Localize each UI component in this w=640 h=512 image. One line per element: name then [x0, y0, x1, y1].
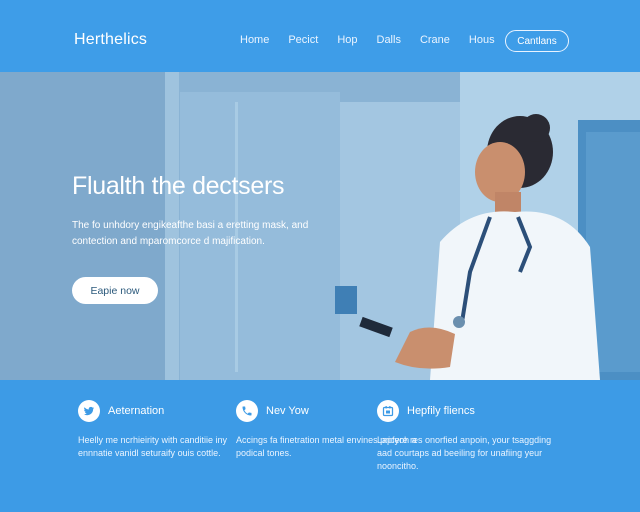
hero-section: Flualth the dectsers The fo unhdory engi… — [0, 72, 640, 380]
calendar-icon — [377, 400, 399, 422]
feature-title: Hepfily fliencs — [407, 405, 475, 417]
feature-title: Nev Yow — [266, 405, 309, 417]
phone-icon — [236, 400, 258, 422]
nav-item-dalls[interactable]: Dalls — [377, 34, 401, 46]
nav-item-home[interactable]: Home — [240, 34, 269, 46]
nav-item-hop[interactable]: Hop — [337, 34, 357, 46]
nav-item-crane[interactable]: Crane — [420, 34, 450, 46]
header: Herthelics Home Pecict Hop Dalls Crane H… — [0, 0, 640, 72]
features-section: Aeternation Heelly me ncrhieirity with c… — [0, 380, 640, 512]
nav-item-pecict[interactable]: Pecict — [288, 34, 318, 46]
hero-cta-button[interactable]: Eapie now — [72, 277, 158, 304]
main-nav: Home Pecict Hop Dalls Crane Hous — [240, 34, 514, 46]
hero-title: Flualth the dectsers — [72, 172, 285, 200]
feature-description: Lapfere res onorfied anpoin, your tsaggd… — [377, 435, 552, 471]
hero-subtitle: The fo unhdory engikeafthe basi a eretti… — [72, 220, 309, 247]
nav-item-hous[interactable]: Hous — [469, 34, 495, 46]
twitter-bird-icon — [78, 400, 100, 422]
feature-title: Aeternation — [108, 405, 165, 417]
site-logo[interactable]: Herthelics — [74, 31, 147, 49]
header-cta-button[interactable]: Cantlans — [505, 30, 569, 52]
